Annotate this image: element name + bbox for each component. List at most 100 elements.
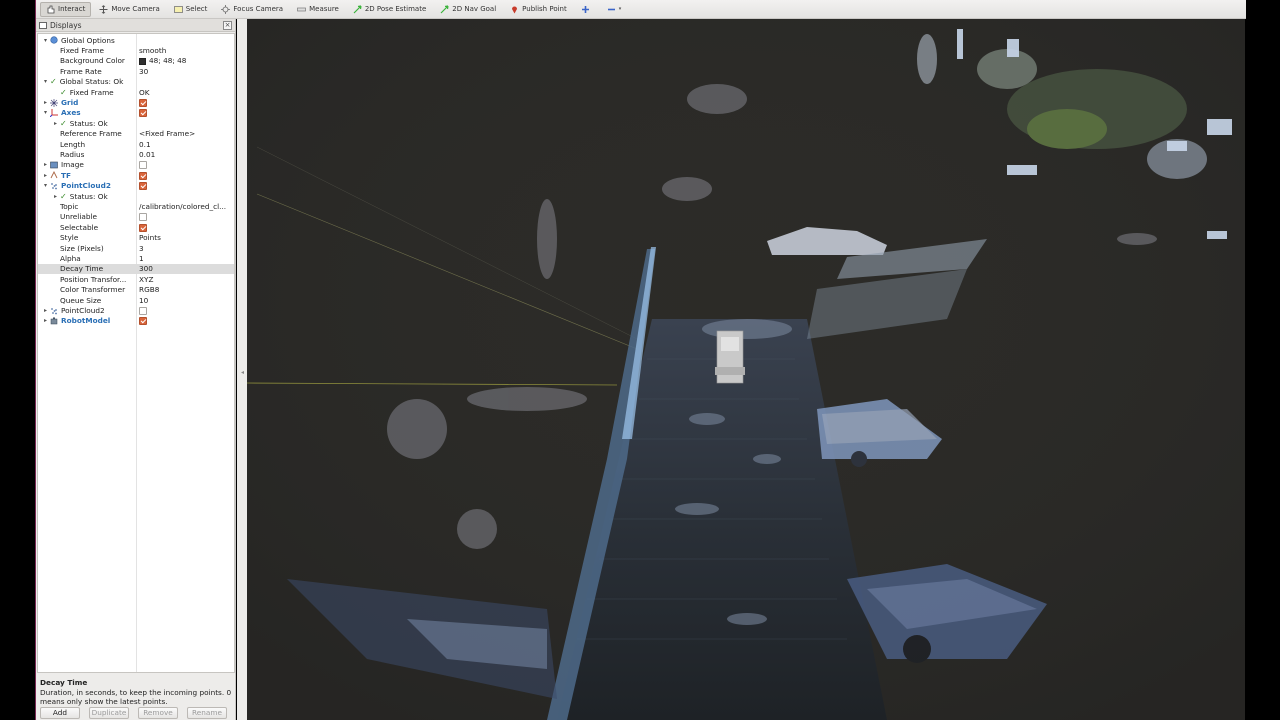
collapse-arrow-icon[interactable]: ▸ — [42, 317, 49, 324]
tree-row[interactable]: Position Transfor... XYZ — [38, 274, 234, 284]
property-value: 0.01 — [139, 150, 156, 160]
tree-row-value[interactable] — [139, 108, 233, 118]
tree-row[interactable]: Unreliable — [38, 212, 234, 222]
collapse-arrow-icon[interactable]: ▸ — [52, 193, 59, 200]
tree-row[interactable]: ▸ Image — [38, 160, 234, 170]
tree-row[interactable]: ▸ ✓ Status: Ok — [38, 118, 234, 128]
tree-row[interactable]: Selectable — [38, 222, 234, 232]
tree-row-value[interactable] — [139, 181, 233, 191]
tree-row[interactable]: Style Points — [38, 233, 234, 243]
tree-row[interactable]: Background Color 48; 48; 48 — [38, 56, 234, 66]
measure-tool-button[interactable]: Measure — [291, 2, 345, 17]
tree-row-value[interactable]: RGB8 — [139, 285, 233, 294]
tree-row-value[interactable] — [139, 316, 233, 326]
enable-checkbox[interactable] — [139, 223, 147, 232]
focus-camera-tool-button[interactable]: Focus Camera — [215, 2, 289, 17]
tree-row-value[interactable]: <Fixed Frame> — [139, 129, 233, 138]
enable-checkbox[interactable] — [139, 109, 147, 118]
enable-checkbox[interactable] — [139, 99, 147, 108]
collapse-arrow-icon[interactable]: ▸ — [52, 120, 59, 127]
tree-row-value[interactable]: smooth — [139, 46, 233, 55]
tree-row-value[interactable]: OK — [139, 88, 233, 97]
tree-row-value[interactable] — [139, 160, 233, 170]
tree-row-name: Frame Rate — [52, 67, 102, 76]
tree-row[interactable]: ▸ PointCloud2 — [38, 305, 234, 316]
property-value: XYZ — [139, 274, 154, 284]
tree-row[interactable]: ✓ Fixed Frame OK — [38, 87, 234, 97]
tree-row-value[interactable]: 300 — [139, 264, 233, 273]
tree-row-value[interactable] — [139, 212, 233, 222]
tree-row[interactable]: Length 0.1 — [38, 139, 234, 149]
close-panel-button[interactable]: × — [223, 20, 232, 30]
tree-row[interactable]: ▾ Global Options — [38, 35, 234, 45]
tree-row-value[interactable]: XYZ — [139, 275, 233, 284]
tree-row-value[interactable]: 0.01 — [139, 150, 233, 159]
tree-row-value[interactable] — [139, 98, 233, 108]
move-camera-tool-button[interactable]: Move Camera — [93, 2, 165, 17]
tree-row-value[interactable]: 30 — [139, 67, 233, 76]
displays-tree[interactable]: ▾ Global Options Fixed Frame smooth Backgrou… — [37, 33, 235, 673]
tool-toolbar: Interact Move Camera Select Focus Camera… — [36, 0, 1246, 19]
select-tool-button[interactable]: Select — [168, 2, 214, 17]
tree-row-label: Topic — [60, 202, 79, 212]
collapse-arrow-icon[interactable]: ▸ — [42, 307, 49, 314]
tree-row[interactable]: Reference Frame <Fixed Frame> — [38, 129, 234, 139]
nav-goal-tool-button[interactable]: 2D Nav Goal — [434, 2, 502, 17]
add-button[interactable]: Add — [40, 706, 80, 719]
color-swatch[interactable] — [139, 57, 146, 65]
tree-row[interactable]: ▾ Axes — [38, 108, 234, 118]
remove-tool-button[interactable]: ▾ — [601, 2, 628, 17]
enable-checkbox[interactable] — [139, 171, 147, 180]
tree-row[interactable]: Size (Pixels) 3 — [38, 243, 234, 253]
tree-row-value[interactable]: /calibration/colored_cl... — [139, 202, 233, 211]
tree-row-value[interactable] — [139, 306, 233, 316]
enable-checkbox[interactable] — [139, 213, 147, 222]
tree-row-value[interactable] — [139, 223, 233, 232]
tree-row[interactable]: ▸ ✓ Status: Ok — [38, 191, 234, 201]
tree-row-value[interactable]: 1 — [139, 254, 233, 263]
duplicate-button[interactable]: Duplicate — [89, 706, 129, 719]
interact-tool-button[interactable]: Interact — [40, 1, 92, 17]
tree-row[interactable]: Fixed Frame smooth — [38, 45, 234, 55]
tree-row-value[interactable]: 0.1 — [139, 140, 233, 149]
rename-button[interactable]: Rename — [187, 706, 227, 719]
expand-arrow-icon[interactable]: ▾ — [42, 182, 49, 189]
enable-checkbox[interactable] — [139, 307, 147, 316]
tree-row-value[interactable] — [139, 171, 233, 180]
tree-row[interactable]: Decay Time 300 — [38, 263, 234, 275]
tree-row[interactable]: Queue Size 10 — [38, 295, 234, 305]
tree-row[interactable]: ▸ TF — [38, 170, 234, 180]
publish-point-tool-button[interactable]: Publish Point — [504, 2, 573, 17]
panel-splitter[interactable]: ◂ — [237, 19, 247, 720]
tree-row[interactable]: Frame Rate 30 — [38, 66, 234, 76]
collapse-arrow-icon[interactable]: ▸ — [42, 172, 49, 179]
enable-checkbox[interactable] — [139, 317, 147, 326]
tree-row[interactable]: Radius 0.01 — [38, 149, 234, 159]
enable-checkbox[interactable] — [139, 182, 147, 191]
tree-row[interactable]: Alpha 1 — [38, 253, 234, 263]
expand-arrow-icon[interactable]: ▾ — [42, 109, 49, 116]
render-view-3d[interactable] — [247, 19, 1245, 720]
tree-row-label: Selectable — [60, 222, 99, 232]
tree-row[interactable]: ▾ ✓ Global Status: Ok — [38, 77, 234, 87]
add-tool-button[interactable] — [575, 2, 599, 17]
splitter-grip-icon: ◂ — [241, 369, 245, 376]
tree-row-value[interactable]: 3 — [139, 244, 233, 253]
tree-row[interactable]: ▸ Grid — [38, 97, 234, 108]
enable-checkbox[interactable] — [139, 161, 147, 170]
expand-arrow-icon[interactable]: ▾ — [42, 37, 49, 44]
collapse-arrow-icon[interactable]: ▸ — [42, 99, 49, 106]
tree-row[interactable]: ▸ RobotModel — [38, 316, 234, 326]
tree-row[interactable]: Color Transformer RGB8 — [38, 285, 234, 295]
remove-button[interactable]: Remove — [138, 706, 178, 719]
status-ok-icon: ✓ — [60, 87, 67, 97]
expand-arrow-icon[interactable]: ▾ — [42, 78, 49, 85]
tree-row-value[interactable]: 10 — [139, 296, 233, 305]
tree-row-name: Style — [52, 233, 78, 242]
collapse-arrow-icon[interactable]: ▸ — [42, 161, 49, 168]
tree-row[interactable]: ▾ PointCloud2 — [38, 181, 234, 191]
pose-estimate-tool-button[interactable]: 2D Pose Estimate — [347, 2, 432, 17]
tree-row-value[interactable]: 48; 48; 48 — [139, 56, 233, 65]
tree-row-value[interactable]: Points — [139, 233, 233, 242]
tree-row[interactable]: Topic/calibration/colored_cl... — [38, 201, 234, 211]
